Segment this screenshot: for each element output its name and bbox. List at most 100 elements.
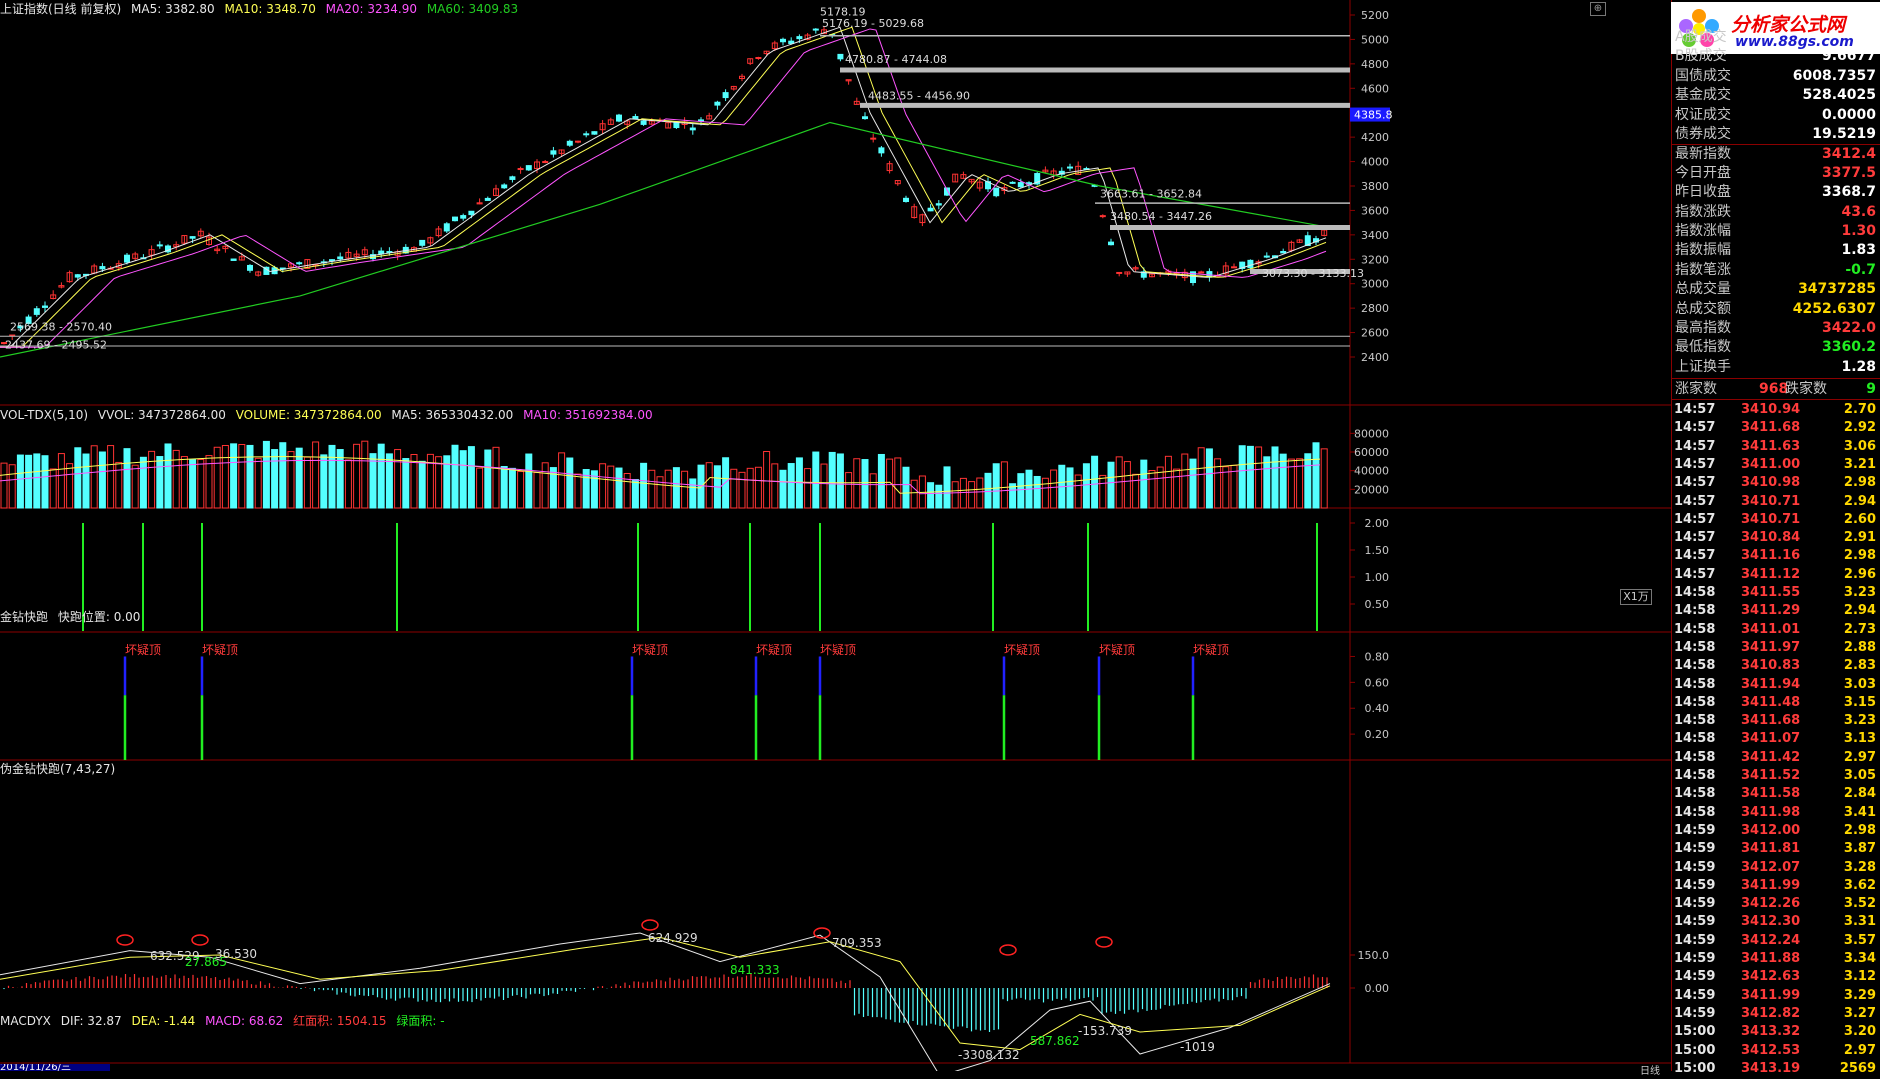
volume-bar xyxy=(1033,475,1041,509)
tick-time: 14:59 xyxy=(1674,1005,1716,1021)
tick-price: 3411.55 xyxy=(1741,585,1801,600)
macd-tick-label: 0.00 xyxy=(1365,982,1390,995)
stat-row: 指数笔涨 -0.7 xyxy=(1671,261,1880,281)
fjz-tick-label: 0.80 xyxy=(1365,650,1390,663)
volume-bar xyxy=(820,463,828,509)
stat-value: 1.28 xyxy=(1841,358,1876,375)
volume-bar xyxy=(459,450,467,509)
volume-bar xyxy=(902,466,910,509)
tick-change: 2.92 xyxy=(1843,420,1876,436)
tick-time: 14:58 xyxy=(1674,658,1716,674)
macd-title: MACDYX xyxy=(0,1014,51,1028)
macd-value: MACD: 68.62 xyxy=(205,1014,284,1028)
tick-change: 2.98 xyxy=(1843,548,1876,564)
tick-row: 14:59 3411.88 3.34 xyxy=(1671,949,1880,969)
volume-bar xyxy=(1107,461,1115,509)
tick-row: 15:00 3413.19 2569 xyxy=(1671,1059,1880,1079)
candle-body xyxy=(591,131,598,135)
marker-circle xyxy=(999,944,1017,956)
tick-change: 2.88 xyxy=(1843,639,1876,655)
stat-value: 19.5219 xyxy=(1812,126,1876,142)
tick-price: 3410.98 xyxy=(1741,475,1801,491)
tick-change: 3.15 xyxy=(1843,694,1876,710)
tick-time: 14:58 xyxy=(1674,749,1716,765)
macd-annotation: 624.929 xyxy=(648,931,698,945)
volume-bar xyxy=(156,456,164,509)
candle-body xyxy=(517,168,524,171)
stat-row: 总成交额 4252.6307 xyxy=(1671,300,1880,320)
tick-row: 14:58 3411.48 3.15 xyxy=(1671,693,1880,713)
red-area-value: 红面积: 1504.15 xyxy=(293,1014,387,1028)
price-tick-label: 4800 xyxy=(1361,58,1389,71)
stat-row: 基金成交 528.4025 xyxy=(1671,86,1880,106)
panel-settings-icon[interactable]: ⊕ xyxy=(1590,2,1606,16)
candle-body xyxy=(1108,241,1114,246)
fjz-tick-label: 0.40 xyxy=(1365,702,1390,715)
green-area-value: 绿面积: - xyxy=(396,1014,445,1028)
volume-bar xyxy=(41,455,49,509)
volume-bar xyxy=(631,479,639,509)
level-annotation: 3663.61 - 3652.84 xyxy=(1100,187,1202,200)
price-tick-label: 5000 xyxy=(1361,33,1389,46)
volume-bar xyxy=(943,466,951,509)
volume-bar xyxy=(853,458,861,509)
candle-body xyxy=(870,137,877,140)
volume-bar xyxy=(1123,461,1131,509)
volume-bar xyxy=(476,467,484,509)
volume-bar xyxy=(16,454,24,509)
stat-label: 最高指数 xyxy=(1675,320,1731,336)
volume-bar xyxy=(90,445,98,509)
candle-body xyxy=(247,264,253,271)
tick-row: 14:57 3410.71 2.60 xyxy=(1671,510,1880,530)
tick-price: 3411.97 xyxy=(1741,639,1801,655)
tick-time: 14:59 xyxy=(1674,841,1716,857)
volume-bar xyxy=(262,440,270,509)
stat-label: 最新指数 xyxy=(1675,146,1731,163)
top-signal-label: 坏疑顶 xyxy=(125,642,161,657)
tick-time: 14:58 xyxy=(1674,713,1716,729)
chart-canvas[interactable]: 5200500048004600440042004000380036003400… xyxy=(0,0,1671,1071)
candle-body xyxy=(755,57,762,60)
tick-change: 2.84 xyxy=(1843,786,1876,802)
stat-label: 指数涨跌 xyxy=(1675,203,1731,220)
volume-bar xyxy=(1222,466,1230,509)
tick-change: 3.23 xyxy=(1843,713,1876,729)
volume-bar xyxy=(689,478,697,509)
volume-bar xyxy=(1304,453,1312,509)
tick-time: 14:57 xyxy=(1674,402,1716,417)
top-signal-label: 坏疑顶 xyxy=(202,642,238,657)
tick-change: 3.87 xyxy=(1843,841,1876,857)
tick-change: 2.83 xyxy=(1843,658,1876,674)
ma20-value: MA20: 3234.90 xyxy=(325,2,417,16)
tick-price: 3410.71 xyxy=(1741,511,1801,527)
up-count-label: 涨家数 xyxy=(1675,381,1717,397)
tick-row: 14:58 3411.58 2.84 xyxy=(1671,784,1880,804)
tick-change: 3.57 xyxy=(1843,932,1876,948)
volume-bar xyxy=(804,468,812,509)
price-tick-label: 5200 xyxy=(1361,9,1389,22)
candle-body xyxy=(296,262,303,265)
volume-bar xyxy=(607,465,615,509)
volume-bar xyxy=(1099,474,1107,509)
tick-change: 3.62 xyxy=(1843,877,1876,893)
tick-row: 15:00 3413.32 3.20 xyxy=(1671,1022,1880,1042)
stat-value: 4252.6307 xyxy=(1792,300,1876,317)
volume-bar xyxy=(828,451,836,509)
volume-bar xyxy=(599,463,607,509)
volume-bar xyxy=(615,467,623,509)
top-signal-label: 坏疑顶 xyxy=(1099,642,1135,657)
ma60-value: MA60: 3409.83 xyxy=(426,2,519,16)
tick-time: 14:57 xyxy=(1674,548,1716,564)
level-annotation: 2437.69 - 2495.52 xyxy=(5,338,107,351)
stat-value: 9.6677 xyxy=(1821,48,1876,65)
tick-time: 14:59 xyxy=(1674,877,1716,893)
tick-price: 3413.19 xyxy=(1741,1060,1801,1076)
tick-price: 3411.52 xyxy=(1741,768,1801,783)
volume-bar xyxy=(98,451,106,509)
tick-row: 14:59 3411.81 3.87 xyxy=(1671,839,1880,859)
tick-price: 3412.53 xyxy=(1741,1042,1801,1058)
volume-bar xyxy=(25,454,33,509)
tick-change: 3.41 xyxy=(1843,804,1876,820)
tick-time: 14:59 xyxy=(1674,859,1716,875)
candle-body xyxy=(419,239,426,246)
